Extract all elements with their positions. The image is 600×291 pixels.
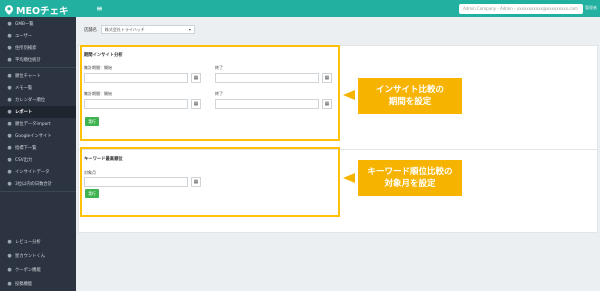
sidebar-item-label: Googleインサイト	[15, 134, 52, 139]
sidebar-item-label: 星カウントくん	[15, 254, 46, 259]
google-icon: ●	[7, 133, 12, 139]
list-icon: ●	[7, 145, 12, 151]
highlight-box-insight	[80, 45, 340, 141]
sidebar-item-label: レポート	[15, 110, 33, 115]
callout-keyword-line1: キーワード順位比較の	[367, 167, 453, 177]
top-header: MEOチェキ ≡ Admin Company - Admin - xxxxxxx…	[0, 0, 600, 17]
store-label: 店舗名	[84, 27, 97, 33]
sidebar-item-label: 指標下一覧	[15, 146, 37, 151]
star-count-icon: ●	[7, 253, 12, 259]
sidebar-item-post[interactable]: ● 投稿機能	[0, 278, 76, 290]
sidebar-divider	[0, 67, 76, 68]
sidebar-item-coupon[interactable]: ● クーポン機能	[0, 264, 76, 276]
line-chart-icon: ●	[7, 73, 12, 79]
callout-keyword-line2: 対象月を設定	[384, 179, 436, 189]
map-pin-icon: ●	[7, 21, 12, 27]
sidebar-item-label: GMB一覧	[15, 22, 34, 27]
database-icon: ●	[7, 169, 12, 175]
sidebar-item-users[interactable]: ● ユーザー	[0, 30, 76, 42]
sidebar-item-label: クーポン機能	[15, 268, 41, 273]
highlight-box-keyword	[80, 147, 340, 217]
callout-insight-line2: 期間を設定	[388, 97, 432, 107]
sidebar-item-label: 3位以内の日数合計	[15, 182, 53, 187]
sidebar-item-label: 住所別検索	[15, 46, 37, 51]
sidebar-item-label: 順位データimport	[15, 122, 51, 127]
sidebar-item-index-list[interactable]: ● 指標下一覧	[0, 142, 76, 154]
app-name: MEOチェキ	[16, 6, 69, 17]
sidebar-item-report[interactable]: ● レポート	[0, 106, 76, 118]
store-selected-value: 株式会社トライハッチ	[104, 27, 145, 32]
star-icon: ●	[7, 239, 12, 245]
account-dropdown[interactable]: Admin Company - Admin - xxxxxxxxxxx@xxxx…	[459, 4, 583, 14]
sidebar-item-insight-data[interactable]: ● インサイトデータ	[0, 166, 76, 178]
pencil-icon: ●	[7, 85, 12, 91]
callout-keyword: キーワード順位比較の 対象月を設定	[358, 160, 462, 196]
sidebar-item-label: カレンダー順位	[15, 98, 46, 103]
callout-arrow-insight	[343, 90, 355, 100]
sidebar-item-star-count[interactable]: ● 星カウントくん	[0, 250, 76, 262]
sidebar-item-gmb[interactable]: ● GMB一覧	[0, 18, 76, 30]
user-role-link[interactable]: 管理者	[585, 5, 597, 11]
sidebar-item-average-rank[interactable]: ● 平均順位統計	[0, 54, 76, 66]
sidebar-item-label: 順位チャート	[15, 74, 41, 79]
sidebar-item-review[interactable]: ● レビュー分析	[0, 236, 76, 248]
document-icon: ●	[7, 109, 12, 115]
sidebar-item-csv[interactable]: ● CSV出力	[0, 154, 76, 166]
sidebar-item-label: CSV出力	[15, 158, 33, 163]
hamburger-icon[interactable]: ≡	[96, 4, 103, 13]
user-icon: ●	[7, 33, 12, 39]
sidebar-divider	[0, 191, 76, 192]
sidebar-item-label: レビュー分析	[15, 240, 41, 245]
sidebar-item-label: 平均順位統計	[15, 58, 41, 63]
sidebar-item-label: ユーザー	[15, 34, 33, 39]
callout-insight-line1: インサイト比較の	[375, 85, 444, 95]
upload-icon: ●	[7, 121, 12, 127]
sidebar: ● GMB一覧 ● ユーザー ● 住所別検索 ● 平均順位統計 ● 順位チャート ● メモ一…	[0, 17, 76, 291]
chart-icon: ●	[7, 57, 12, 63]
ticket-icon: ●	[7, 267, 12, 273]
sidebar-item-address-search[interactable]: ● 住所別検索	[0, 42, 76, 54]
sidebar-item-top3-days[interactable]: ● 3位以内の日数合計	[0, 178, 76, 190]
store-select[interactable]: 株式会社トライハッチ ▾	[100, 25, 195, 34]
map-pin-icon	[5, 5, 13, 15]
calendar-icon: ●	[7, 97, 12, 103]
sum-icon: ●	[7, 181, 12, 187]
store-selector-row: 店舗名 株式会社トライハッチ ▾	[84, 25, 195, 34]
search-icon: ●	[7, 45, 12, 51]
sidebar-item-rank-chart[interactable]: ● 順位チャート	[0, 70, 76, 82]
app-logo[interactable]: MEOチェキ	[5, 3, 69, 17]
sidebar-item-label: インサイトデータ	[15, 170, 50, 175]
sidebar-item-rank-import[interactable]: ● 順位データimport	[0, 118, 76, 130]
sidebar-item-google-insight[interactable]: ● Googleインサイト	[0, 130, 76, 142]
callout-insight: インサイト比較の 期間を設定	[358, 78, 462, 114]
callout-arrow-keyword	[343, 173, 355, 183]
sidebar-item-label: 投稿機能	[15, 282, 33, 287]
post-icon: ●	[7, 281, 12, 287]
sidebar-item-memo[interactable]: ● メモ一覧	[0, 82, 76, 94]
download-icon: ●	[7, 157, 12, 163]
sidebar-item-label: メモ一覧	[15, 86, 33, 91]
chevron-down-icon: ▾	[188, 27, 191, 32]
sidebar-item-calendar[interactable]: ● カレンダー順位	[0, 94, 76, 106]
